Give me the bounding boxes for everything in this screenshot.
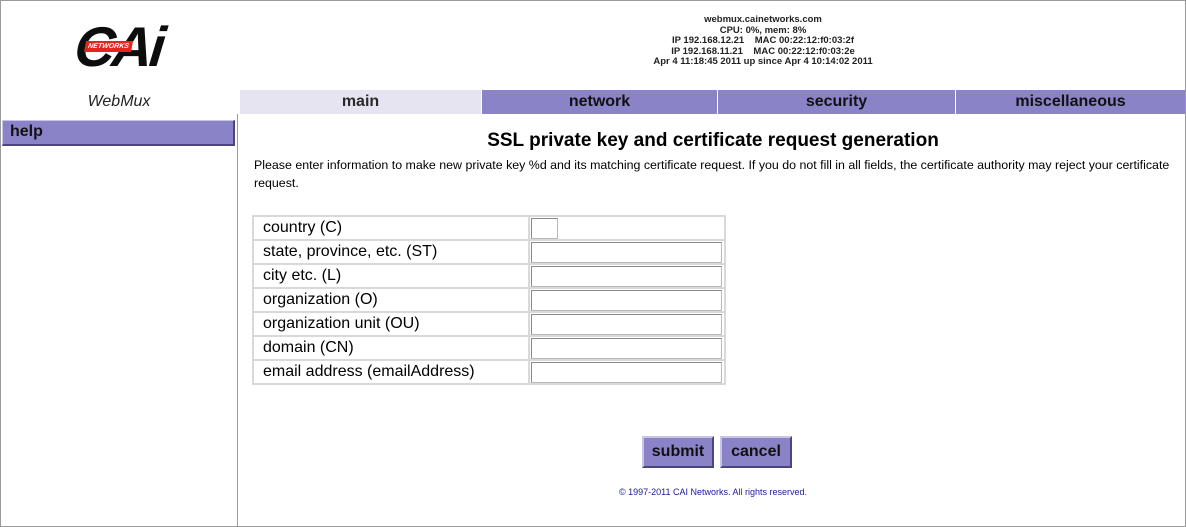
form-row-email: email address (emailAddress) bbox=[253, 360, 725, 384]
logo-badge: NETWORKS bbox=[84, 41, 133, 52]
sidebar-item-help[interactable]: help bbox=[2, 120, 235, 146]
state-input[interactable] bbox=[531, 241, 722, 263]
system-status: webmux.cainetworks.com CPU: 0%, mem: 8% … bbox=[583, 14, 943, 68]
city-input[interactable] bbox=[531, 265, 722, 287]
form-row-city: city etc. (L) bbox=[253, 264, 725, 288]
cancel-button[interactable]: cancel bbox=[720, 436, 792, 468]
browser-page: CAi NETWORKS webmux.cainetworks.com CPU:… bbox=[0, 0, 1186, 527]
submit-button[interactable]: submit bbox=[642, 436, 714, 468]
field-label: email address (emailAddress) bbox=[253, 360, 529, 384]
field-label: state, province, etc. (ST) bbox=[253, 240, 529, 264]
field-label: country (C) bbox=[253, 216, 529, 240]
country-input[interactable] bbox=[531, 217, 558, 239]
form-row-domain: domain (CN) bbox=[253, 336, 725, 360]
page-title: SSL private key and certificate request … bbox=[487, 130, 939, 151]
copyright-footer: © 1997-2011 CAI Networks. All rights res… bbox=[618, 487, 808, 497]
cai-networks-logo: CAi NETWORKS bbox=[72, 15, 187, 78]
tab-security[interactable]: security bbox=[717, 90, 955, 114]
form-row-organization-unit: organization unit (OU) bbox=[253, 312, 725, 336]
status-uptime: Apr 4 11:18:45 2011 up since Apr 4 10:14… bbox=[653, 56, 873, 67]
organization-input[interactable] bbox=[531, 289, 722, 311]
status-ip-mac-1: IP 192.168.12.21 MAC 00:22:12:f0:03:2f bbox=[671, 35, 854, 46]
field-label: organization (O) bbox=[253, 288, 529, 312]
form-row-organization: organization (O) bbox=[253, 288, 725, 312]
intro-text: Please enter information to make new pri… bbox=[254, 158, 1170, 190]
field-label: city etc. (L) bbox=[253, 264, 529, 288]
tab-network[interactable]: network bbox=[481, 90, 717, 114]
form-row-state: state, province, etc. (ST) bbox=[253, 240, 725, 264]
sidebar: help bbox=[1, 114, 238, 526]
tab-main[interactable]: main bbox=[240, 90, 481, 114]
header: CAi NETWORKS webmux.cainetworks.com CPU:… bbox=[1, 1, 1185, 90]
csr-form-table: country (C) state, province, etc. (ST) c… bbox=[252, 215, 726, 385]
domain-input[interactable] bbox=[531, 337, 722, 359]
field-label: domain (CN) bbox=[253, 336, 529, 360]
main-nav-tabs: main network security miscellaneous bbox=[240, 90, 1185, 114]
app-name: WebMux bbox=[87, 93, 151, 110]
field-label: organization unit (OU) bbox=[253, 312, 529, 336]
main-content: SSL private key and certificate request … bbox=[241, 114, 1185, 526]
form-row-country: country (C) bbox=[253, 216, 725, 240]
organization-unit-input[interactable] bbox=[531, 313, 722, 335]
email-input[interactable] bbox=[531, 361, 722, 383]
tab-miscellaneous[interactable]: miscellaneous bbox=[955, 90, 1185, 114]
status-hostname: webmux.cainetworks.com bbox=[704, 14, 822, 25]
